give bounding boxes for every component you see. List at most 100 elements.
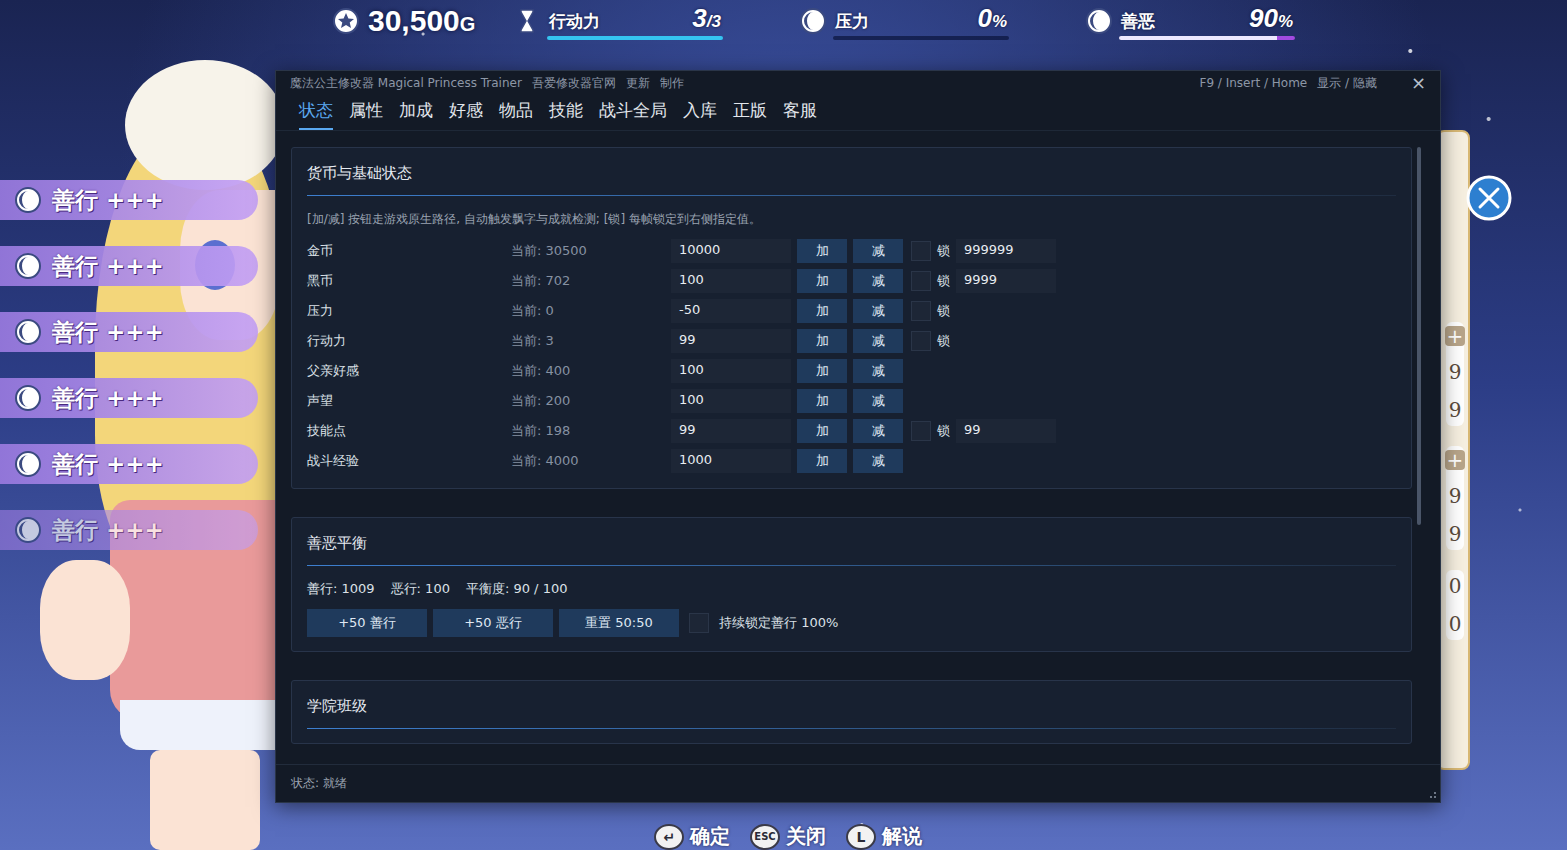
balance-stats: 善行: 1009恶行: 100平衡度: 90 / 100 xyxy=(307,580,1396,598)
lock-value-input[interactable]: 99 xyxy=(956,419,1056,443)
stat-row: 声望当前: 200100加减 xyxy=(307,388,1396,414)
subtract-button[interactable]: 减 xyxy=(853,389,903,413)
hud-stat-bar-fill xyxy=(547,36,723,40)
lock-good-checkbox[interactable] xyxy=(689,613,709,633)
plus-button[interactable]: + xyxy=(1445,326,1465,346)
amount-input[interactable]: -50 xyxy=(671,299,791,323)
karma-popup-text: 善行 +++ xyxy=(52,515,164,546)
close-button[interactable]: × xyxy=(1411,74,1426,92)
section-note: [加/减] 按钮走游戏原生路径, 自动触发飘字与成就检测; [锁] 每帧锁定到右… xyxy=(307,211,1396,228)
morality-icon xyxy=(14,384,42,412)
side-panel-digit: 0 xyxy=(1449,574,1462,598)
tab[interactable]: 正版 xyxy=(733,95,767,130)
tab[interactable]: 技能 xyxy=(549,95,583,130)
section-title: 学院班级 xyxy=(307,695,1396,729)
lock-value-input[interactable]: 9999 xyxy=(956,269,1056,293)
bottom-button[interactable]: ESC关闭 xyxy=(750,823,826,850)
bottom-button[interactable]: ↵确定 xyxy=(654,823,730,850)
balance-button[interactable]: +50 善行 xyxy=(307,609,427,637)
amount-input[interactable]: 100 xyxy=(671,389,791,413)
title-link[interactable]: 吾爱修改器官网 xyxy=(532,75,616,92)
karma-popup: 善行 +++ xyxy=(0,246,258,286)
balance-section: 善恶平衡善行: 1009恶行: 100平衡度: 90 / 100+50 善行+5… xyxy=(291,517,1412,652)
add-button[interactable]: 加 xyxy=(797,239,847,263)
lock-control: 锁9999 xyxy=(911,269,1056,293)
lock-checkbox[interactable] xyxy=(911,331,931,351)
tab[interactable]: 战斗全局 xyxy=(599,95,667,130)
side-panel-card: 00 xyxy=(1446,570,1464,640)
amount-input[interactable]: 10000 xyxy=(671,239,791,263)
tab[interactable]: 状态 xyxy=(299,95,333,130)
title-link[interactable]: 制作 xyxy=(660,75,684,92)
stat-name: 声望 xyxy=(307,392,511,410)
karma-popup-text: 善行 +++ xyxy=(52,251,164,282)
balance-stat: 平衡度: 90 / 100 xyxy=(466,580,568,598)
amount-input[interactable]: 99 xyxy=(671,419,791,443)
key-badge: ↵ xyxy=(654,824,684,850)
stat-current: 当前: 4000 xyxy=(511,452,671,470)
stat-name: 父亲好感 xyxy=(307,362,511,380)
gold-unit: G xyxy=(460,13,476,35)
subtract-button[interactable]: 减 xyxy=(853,419,903,443)
subtract-button[interactable]: 减 xyxy=(853,269,903,293)
tab[interactable]: 物品 xyxy=(499,95,533,130)
game-side-panel: +99+9900 xyxy=(1436,130,1470,770)
add-button[interactable]: 加 xyxy=(797,419,847,443)
subtract-button[interactable]: 减 xyxy=(853,359,903,383)
add-button[interactable]: 加 xyxy=(797,389,847,413)
hud-stat-label: 善恶 xyxy=(1121,10,1155,33)
balance-button[interactable]: +50 恶行 xyxy=(433,609,553,637)
stat-name: 战斗经验 xyxy=(307,452,511,470)
tab[interactable]: 客服 xyxy=(783,95,817,130)
stat-row: 父亲好感当前: 400100加减 xyxy=(307,358,1396,384)
lock-label: 锁 xyxy=(937,302,950,320)
subtract-button[interactable]: 减 xyxy=(853,299,903,323)
lock-checkbox[interactable] xyxy=(911,301,931,321)
lock-control: 锁99 xyxy=(911,419,1056,443)
lock-checkbox[interactable] xyxy=(911,421,931,441)
lock-value-input[interactable]: 999999 xyxy=(956,239,1056,263)
gold-display: 30,500G xyxy=(332,4,487,38)
resize-grip-icon[interactable] xyxy=(1427,789,1437,799)
stat-name: 行动力 xyxy=(307,332,511,350)
tab[interactable]: 属性 xyxy=(349,95,383,130)
morality-icon xyxy=(14,516,42,544)
subtract-button[interactable]: 减 xyxy=(853,239,903,263)
scrollbar[interactable] xyxy=(1417,147,1421,525)
amount-input[interactable]: 100 xyxy=(671,359,791,383)
side-panel-card: +99 xyxy=(1446,322,1464,426)
lock-checkbox[interactable] xyxy=(911,271,931,291)
subtract-button[interactable]: 减 xyxy=(853,329,903,353)
plus-button[interactable]: + xyxy=(1445,450,1465,470)
hud-stat-label: 行动力 xyxy=(549,10,600,33)
gold-value: 30,500G xyxy=(368,4,475,38)
lock-checkbox[interactable] xyxy=(911,241,931,261)
lock-control: 锁 xyxy=(911,331,950,351)
stat-row: 战斗经验当前: 40001000加减 xyxy=(307,448,1396,474)
add-button[interactable]: 加 xyxy=(797,299,847,323)
add-button[interactable]: 加 xyxy=(797,449,847,473)
karma-popup: 善行 +++ xyxy=(0,510,258,550)
character-hat xyxy=(125,60,285,190)
add-button[interactable]: 加 xyxy=(797,269,847,293)
stat-current: 当前: 400 xyxy=(511,362,671,380)
title-link[interactable]: 更新 xyxy=(626,75,650,92)
amount-input[interactable]: 1000 xyxy=(671,449,791,473)
tab[interactable]: 好感 xyxy=(449,95,483,130)
amount-input[interactable]: 99 xyxy=(671,329,791,353)
tab[interactable]: 入库 xyxy=(683,95,717,130)
basic-section: 货币与基础状态[加/减] 按钮走游戏原生路径, 自动触发飘字与成就检测; [锁]… xyxy=(291,147,1412,489)
lock-good-label: 持续锁定善行 100% xyxy=(719,614,838,632)
bottom-button[interactable]: L解说 xyxy=(846,823,922,850)
game-close-icon[interactable] xyxy=(1466,175,1512,221)
balance-button[interactable]: 重置 50:50 xyxy=(559,609,679,637)
side-panel-digit: 9 xyxy=(1449,398,1462,422)
character-skirt xyxy=(120,700,280,750)
stress-icon xyxy=(799,7,827,35)
tab[interactable]: 加成 xyxy=(399,95,433,130)
stat-row: 技能点当前: 19899加减锁99 xyxy=(307,418,1396,444)
add-button[interactable]: 加 xyxy=(797,329,847,353)
subtract-button[interactable]: 减 xyxy=(853,449,903,473)
amount-input[interactable]: 100 xyxy=(671,269,791,293)
add-button[interactable]: 加 xyxy=(797,359,847,383)
